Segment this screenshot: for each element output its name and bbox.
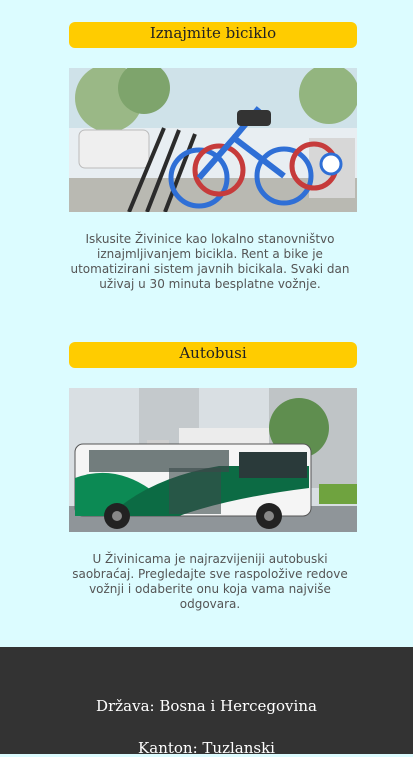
buses-title-text: Autobusi: [179, 344, 247, 362]
buses-title[interactable]: Autobusi: [69, 342, 357, 368]
bike-station-illustration: [69, 68, 357, 212]
bike-rental-title[interactable]: Iznajmite biciklo: [69, 22, 357, 48]
footer: Država: Bosna i Hercegovina Kanton: Tuzl…: [0, 647, 413, 757]
bus-illustration: [69, 388, 357, 532]
footer-canton: Kanton: Tuzlanski: [138, 739, 275, 757]
bike-rental-image: [69, 68, 357, 212]
buses-description: U Živinicama je najrazvijeniji autobuski…: [72, 552, 348, 611]
buses-image: [69, 388, 357, 532]
bike-rental-description: Iskusite Živinice kao lokalno stanovništ…: [70, 232, 350, 291]
bike-rental-title-text: Iznajmite biciklo: [149, 24, 277, 42]
footer-country: Država: Bosna i Hercegovina: [96, 697, 317, 715]
